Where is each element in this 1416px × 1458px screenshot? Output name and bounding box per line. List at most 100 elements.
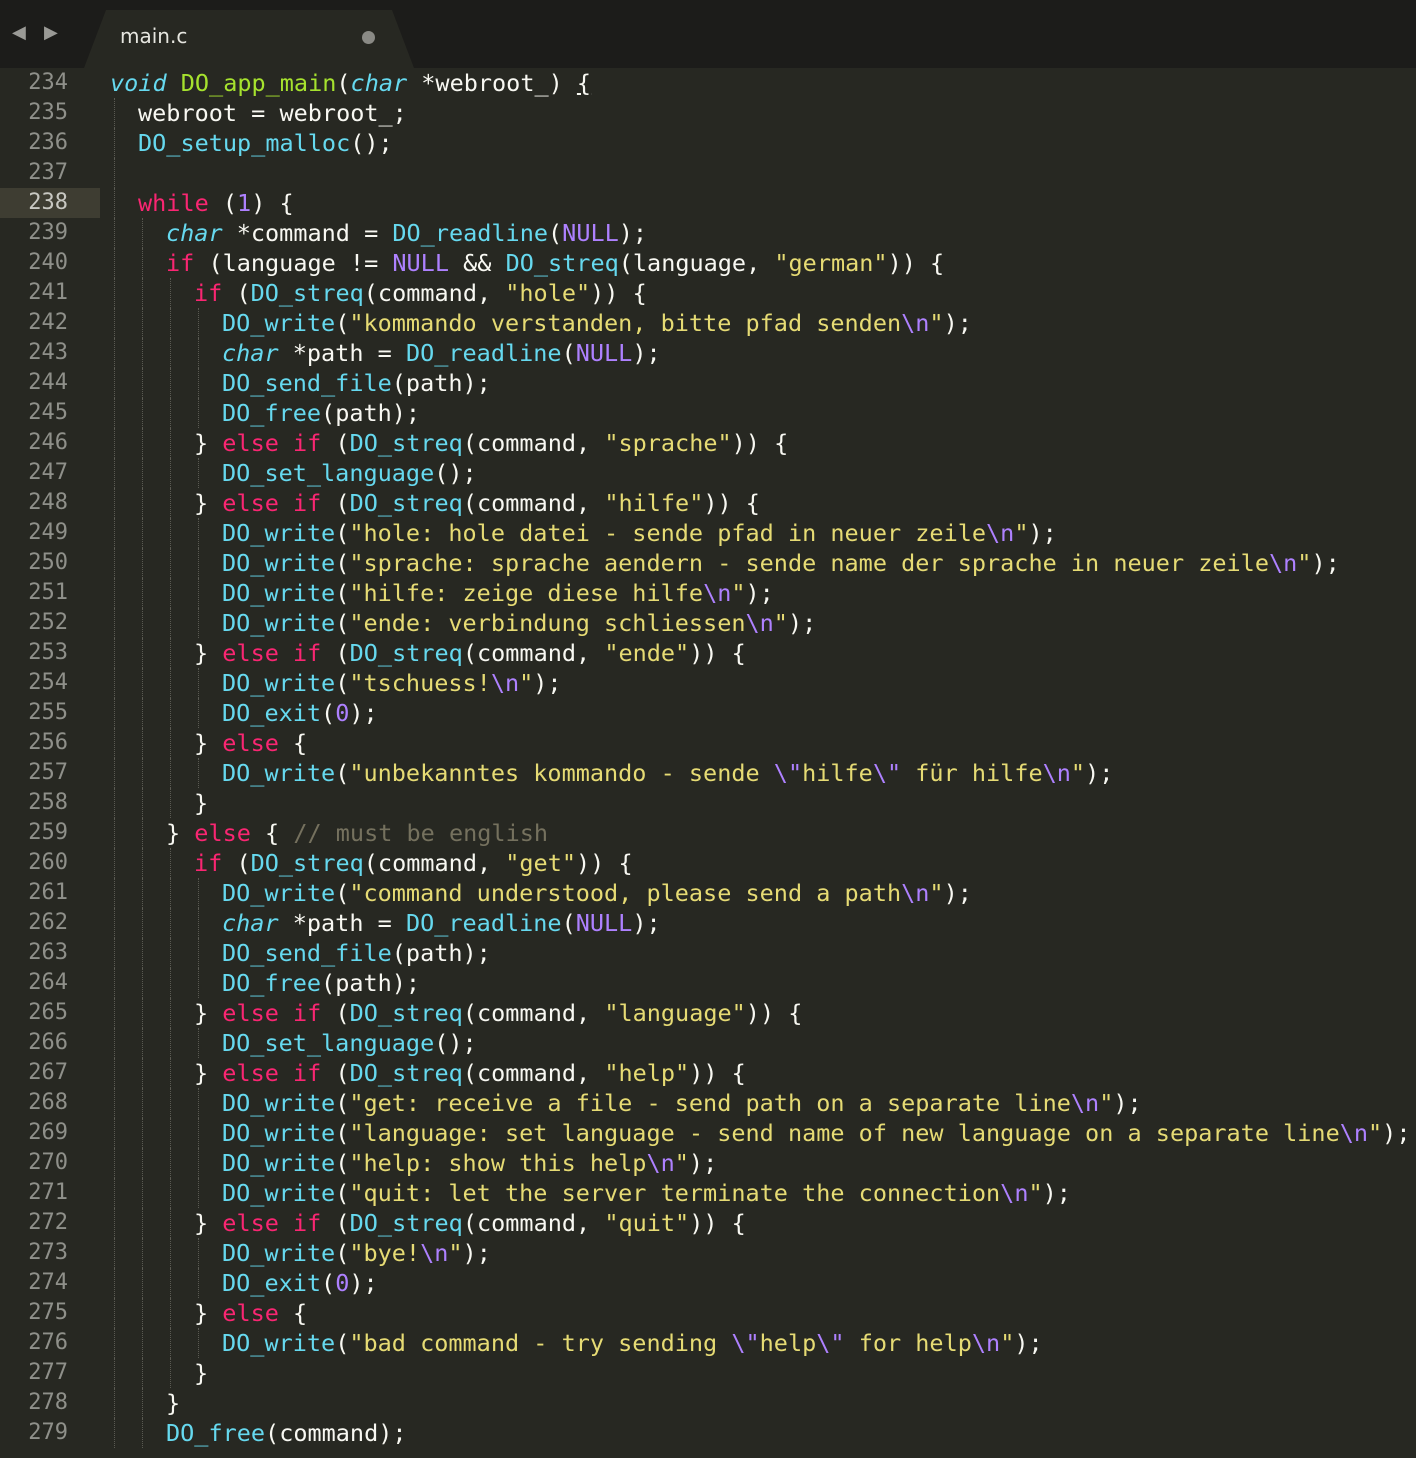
indent-guide [198,1148,199,1178]
code-line[interactable]: 247 DO_set_language(); [0,458,1416,488]
indent-guide [170,1058,171,1088]
code-token: " [1368,1119,1383,1147]
code-line[interactable]: 269 DO_write("language: set language - se… [0,1118,1416,1148]
code-token: "hole" [505,279,591,307]
line-number: 267 [28,1060,68,1085]
code-token: ); [1085,759,1114,787]
code-text: } else if (DO_streq(command, "language")… [194,998,802,1028]
code-line[interactable]: 253} else if (DO_streq(command, "ende"))… [0,638,1416,668]
indent-guide [170,488,171,518]
indent-guide [142,1298,143,1328]
code-token: DO_exit [222,1269,322,1297]
indent-guide [198,968,199,998]
code-line[interactable]: 256} else { [0,728,1416,758]
indent-guide [170,398,171,428]
code-line[interactable]: 279 DO_free(command); [0,1418,1416,1448]
code-line[interactable]: 258} [0,788,1416,818]
code-line[interactable]: 235 webroot = webroot_; [0,98,1416,128]
code-line[interactable]: 252 DO_write("ende: verbindung schliessen… [0,608,1416,638]
code-line[interactable]: 250 DO_write("sprache: sprache aendern - … [0,548,1416,578]
code-token: while [138,189,209,217]
code-line[interactable]: 249 DO_write("hole: hole datei - sende pf… [0,518,1416,548]
code-token: ( [335,1179,350,1207]
code-token: DO_free [166,1419,266,1447]
code-line[interactable]: 234 void DO_app_main(char *webroot_) { [0,68,1416,98]
code-line[interactable]: 238 while (1) { [0,188,1416,218]
code-line[interactable]: 273 DO_write("bye!\n"); [0,1238,1416,1268]
code-token: "hilfe" [604,489,704,517]
code-token: ( [335,309,350,337]
code-text: DO_free(path); [222,968,420,998]
code-token: \" [816,1329,845,1357]
code-line[interactable]: 274 DO_exit(0); [0,1268,1416,1298]
code-text: } else if (DO_streq(command, "hilfe")) { [194,488,760,518]
code-line[interactable]: 266 DO_set_language(); [0,1028,1416,1058]
code-line[interactable]: 263 DO_send_file(path); [0,938,1416,968]
code-line[interactable]: 264 DO_free(path); [0,968,1416,998]
code-line[interactable]: 251 DO_write("hilfe: zeige diese hilfe\n"… [0,578,1416,608]
code-line[interactable]: 275} else { [0,1298,1416,1328]
code-line[interactable]: 270 DO_write("help: show this help\n"); [0,1148,1416,1178]
code-text: DO_send_file(path); [222,938,491,968]
code-line[interactable]: 243 char *path = DO_readline(NULL); [0,338,1416,368]
code-token: DO_streq [349,1059,463,1087]
indent-guide [114,1058,115,1088]
code-line[interactable]: 277} [0,1358,1416,1388]
code-line[interactable]: 276 DO_write("bad command - try sending \… [0,1328,1416,1358]
code-editor[interactable]: 234 void DO_app_main(char *webroot_) {235… [0,68,1416,1458]
code-line[interactable]: 248} else if (DO_streq(command, "hilfe")… [0,488,1416,518]
code-token: DO_streq [349,489,463,517]
indent-guide [114,398,115,428]
code-line[interactable]: 260 if (DO_streq(command, "get")) { [0,848,1416,878]
code-text: DO_setup_malloc(); [138,128,393,158]
code-line[interactable]: 272} else if (DO_streq(command, "quit"))… [0,1208,1416,1238]
indent-guide [114,758,115,788]
indent-guide [114,728,115,758]
code-line[interactable]: 241 if (DO_streq(command, "hole")) { [0,278,1416,308]
code-line[interactable]: 257 DO_write("unbekanntes kommando - send… [0,758,1416,788]
code-token: DO_streq [349,429,463,457]
code-line[interactable]: 245 DO_free(path); [0,398,1416,428]
code-line[interactable]: 237 [0,158,1416,188]
tab-main-c[interactable]: main.c [84,10,414,68]
back-arrow-icon[interactable]: ◀ [12,22,26,43]
unsaved-dot-icon[interactable] [362,31,375,44]
code-line[interactable]: 267} else if (DO_streq(command, "help"))… [0,1058,1416,1088]
code-line[interactable]: 278} [0,1388,1416,1418]
code-line[interactable]: 246} else if (DO_streq(command, "sprache… [0,428,1416,458]
indent-guide [142,458,143,488]
code-line[interactable]: 268 DO_write("get: receive a file - send … [0,1088,1416,1118]
line-number: 241 [28,280,68,305]
code-token: DO_streq [349,1209,463,1237]
code-line[interactable]: 259} else { // must be english [0,818,1416,848]
code-line[interactable]: 271 DO_write("quit: let the server termin… [0,1178,1416,1208]
code-token: DO_write [222,879,336,907]
code-line[interactable]: 255 DO_exit(0); [0,698,1416,728]
code-line[interactable]: 236 DO_setup_malloc(); [0,128,1416,158]
code-token: (command, [462,999,605,1027]
code-line[interactable]: 262 char *path = DO_readline(NULL); [0,908,1416,938]
code-token: DO_app_main [180,69,337,97]
code-token: ( [321,639,350,667]
indent-guide [142,308,143,338]
code-line[interactable]: 240 if (language != NULL && DO_streq(lang… [0,248,1416,278]
indent-guide [142,638,143,668]
indent-guide [198,668,199,698]
code-token: NULL [562,219,619,247]
indent-guide [170,458,171,488]
code-token: DO_write [222,609,336,637]
code-line[interactable]: 244 DO_send_file(path); [0,368,1416,398]
code-line[interactable]: 239 char *command = DO_readline(NULL); [0,218,1416,248]
code-text: DO_write("quit: let the server terminate… [222,1178,1071,1208]
code-line[interactable]: 254 DO_write("tschuess!\n"); [0,668,1416,698]
indent-guide [198,368,199,398]
indent-guide [170,1178,171,1208]
forward-arrow-icon[interactable]: ▶ [44,22,58,43]
code-line[interactable]: 261 DO_write("command understood, please … [0,878,1416,908]
code-text: char *command = DO_readline(NULL); [166,218,647,248]
code-token: ( [321,1059,350,1087]
code-text: while (1) { [138,188,294,218]
code-line[interactable]: 265} else if (DO_streq(command, "languag… [0,998,1416,1028]
code-line[interactable]: 242 DO_write("kommando verstanden, bitte … [0,308,1416,338]
indent-guide [114,188,115,218]
